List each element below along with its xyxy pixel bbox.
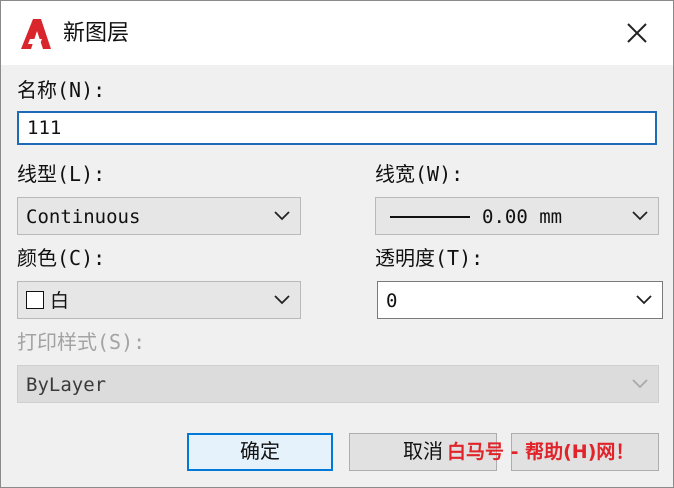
transparency-label: 透明度(T): [375,246,484,270]
title-bar: 新图层 [1,1,673,65]
lineweight-label: 线宽(W): [375,162,464,186]
close-button[interactable] [623,19,651,47]
transparency-value: 0 [386,290,398,312]
plotstyle-select: ByLayer [17,365,659,403]
color-value: 白 [50,290,70,312]
ok-button[interactable]: 确定 [187,433,333,471]
chevron-down-icon [274,293,290,307]
lineweight-value: 0.00 mm [482,206,563,228]
new-layer-dialog: 新图层 名称(N): 线型(L): Continuous 线宽(W): 0.00… [0,0,674,488]
color-swatch [26,291,44,309]
autocad-logo-icon [19,17,53,51]
chevron-down-icon [632,377,648,391]
chevron-down-icon [632,209,648,223]
name-input[interactable] [17,111,657,145]
lineweight-select[interactable]: 0.00 mm [375,197,659,235]
close-icon [627,23,647,43]
chevron-down-icon [636,293,652,307]
color-value-wrapper: 白 [26,288,69,314]
plotstyle-label: 打印样式(S): [17,330,146,354]
plotstyle-value: ByLayer [26,374,107,396]
linetype-select[interactable]: Continuous [17,197,301,235]
color-select[interactable]: 白 [17,281,301,319]
watermark-text: 白马号 - 帮助(H)网！ [447,441,635,463]
linetype-value: Continuous [26,206,141,228]
transparency-combobox[interactable]: 0 [377,281,663,319]
dialog-title: 新图层 [63,21,130,46]
name-label: 名称(N): [17,78,106,102]
linetype-label: 线型(L): [17,162,106,186]
lineweight-preview [390,216,470,218]
chevron-down-icon [274,209,290,223]
color-label: 颜色(C): [17,246,106,270]
